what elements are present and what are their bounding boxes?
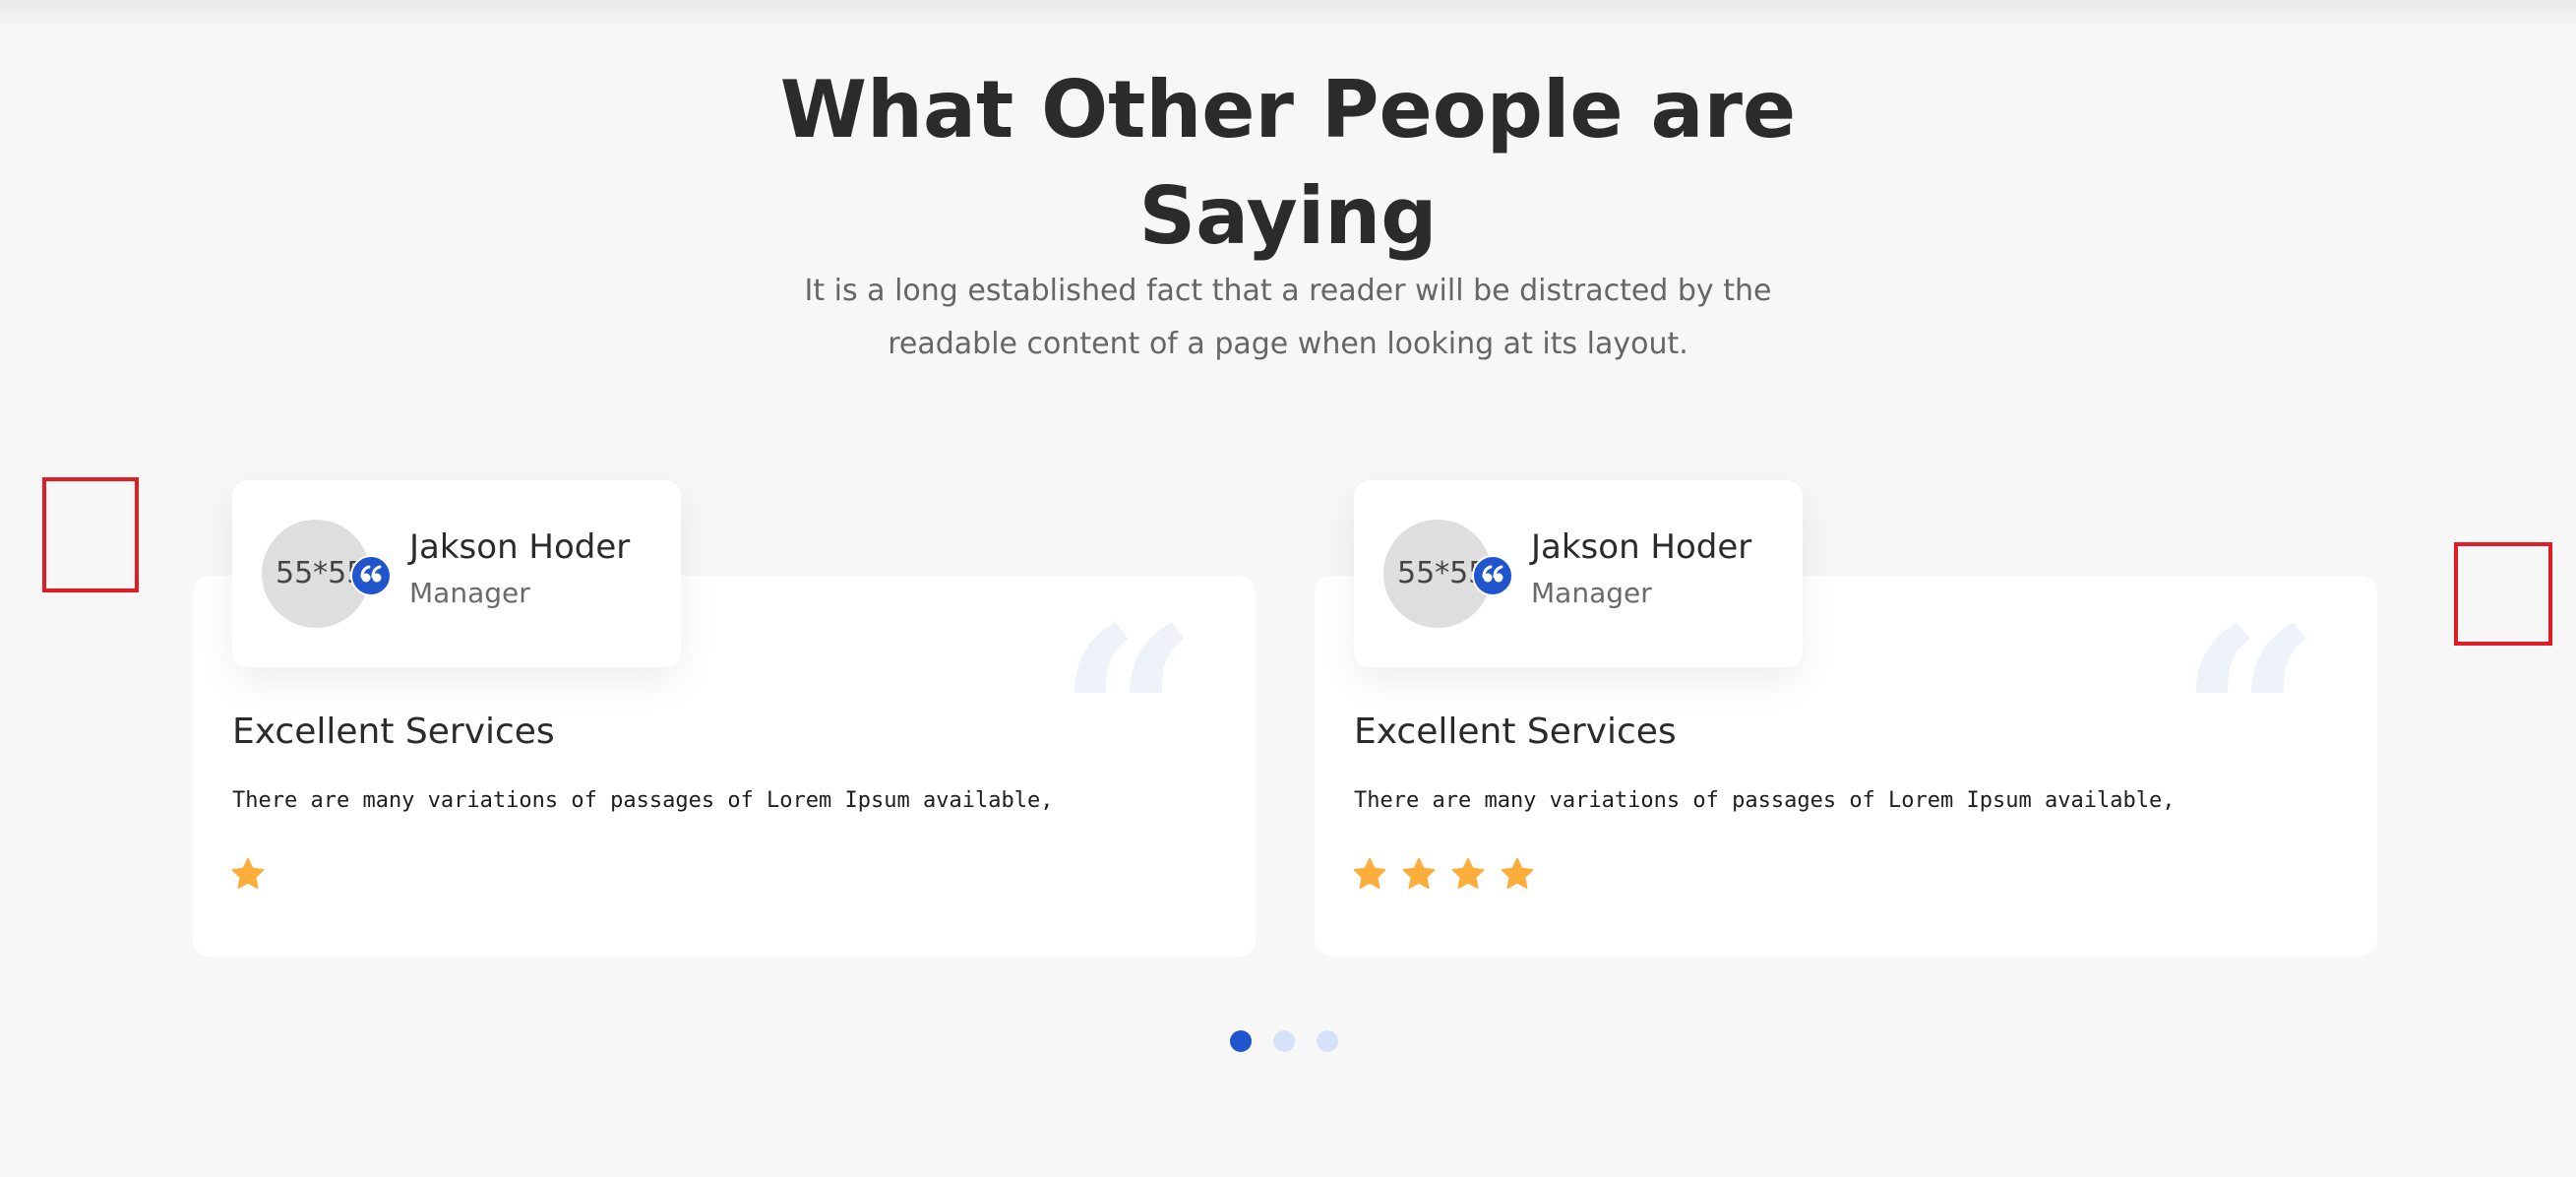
star-icon — [1501, 857, 1534, 889]
quote-watermark-icon: “ — [2178, 574, 2320, 863]
star-icon — [231, 857, 265, 889]
testimonial-text: There are many variations of passages of… — [1354, 788, 2176, 813]
rating-stars — [230, 856, 266, 899]
star-icon — [1451, 857, 1485, 889]
author-name: Jakson Hoder — [409, 527, 631, 567]
section-subtitle: It is a long established fact that a rea… — [804, 274, 1772, 361]
author-card: 55*55 Jakson Hoder Manager — [232, 480, 681, 667]
header-shadow — [0, 0, 2576, 28]
carousel-dot-2[interactable] — [1273, 1030, 1295, 1052]
author-name: Jakson Hoder — [1531, 527, 1752, 567]
carousel-pagination — [1230, 1030, 1338, 1052]
carousel-dot-3[interactable] — [1317, 1030, 1338, 1052]
testimonial-text: There are many variations of passages of… — [232, 788, 1054, 813]
section-title-line-1: What Other People are — [779, 64, 1797, 155]
testimonial-title: Excellent Services — [1354, 712, 1677, 752]
section-title: What Other People are Saying — [0, 57, 2576, 270]
author-role: Manager — [409, 577, 530, 609]
quote-icon — [1472, 555, 1513, 596]
carousel-next-button[interactable] — [2454, 542, 2552, 646]
section-title-line-2: Saying — [1138, 170, 1438, 262]
star-icon — [1402, 857, 1436, 889]
author-card: 55*55 Jakson Hoder Manager — [1354, 480, 1803, 667]
quote-icon — [350, 555, 392, 596]
quote-watermark-icon: “ — [1057, 574, 1198, 863]
rating-stars — [1352, 856, 1535, 899]
author-role: Manager — [1531, 577, 1652, 609]
carousel-prev-button[interactable] — [42, 477, 139, 592]
testimonial-title: Excellent Services — [232, 712, 555, 752]
carousel-dot-1[interactable] — [1230, 1030, 1252, 1052]
star-icon — [1353, 857, 1386, 889]
